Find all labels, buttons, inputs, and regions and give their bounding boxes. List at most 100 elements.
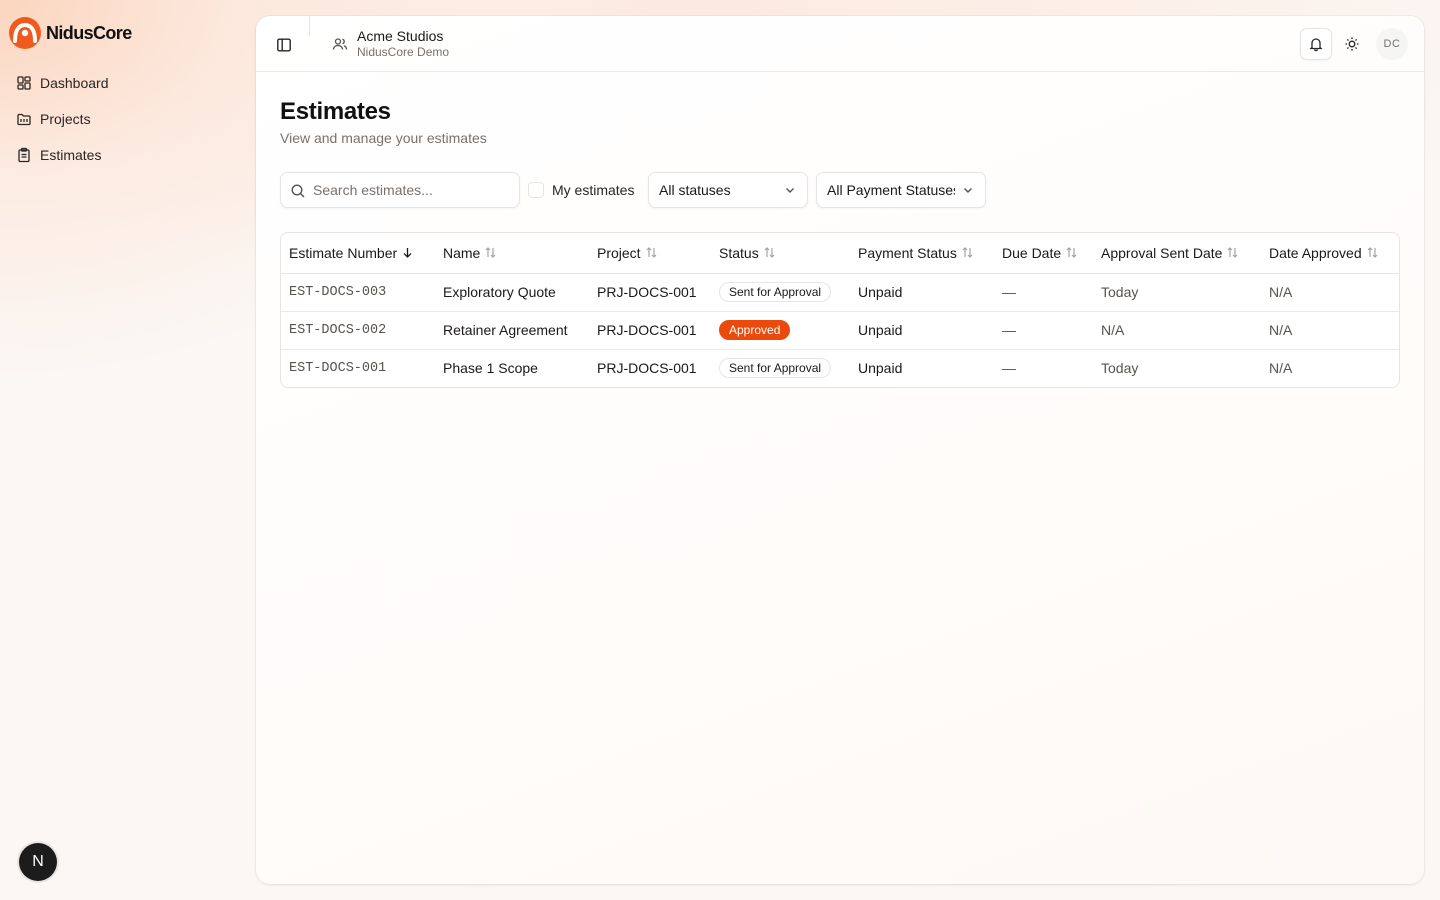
sort-icon (646, 247, 657, 259)
column-due-date[interactable]: Due Date (994, 233, 1093, 274)
column-label: Estimate Number (289, 244, 398, 261)
cell-status: Approved (711, 311, 850, 350)
cell-status: Sent for Approval (711, 349, 850, 387)
dashboard-grid-icon (17, 76, 31, 90)
column-label: Status (719, 244, 759, 261)
sidebar-item-estimates[interactable]: Estimates (8, 137, 240, 173)
org-subtitle: NidusCore Demo (357, 45, 450, 59)
column-name[interactable]: Name (435, 233, 589, 274)
cell-name: Phase 1 Scope (443, 360, 538, 377)
sidebar-nav: Dashboard Projects Estimates (8, 65, 240, 173)
status-filter-select[interactable]: All statuses (648, 172, 808, 208)
column-payment-status[interactable]: Payment Status (850, 233, 994, 274)
sidebar-item-dashboard[interactable]: Dashboard (8, 65, 240, 101)
cell-estimate-number: EST-DOCS-003 (281, 273, 435, 312)
sort-icon (962, 247, 973, 259)
column-label: Project (597, 244, 641, 261)
brand[interactable]: NidusCore (8, 16, 132, 50)
chevron-down-icon (786, 188, 794, 193)
cell-estimate-number: EST-DOCS-002 (281, 311, 435, 350)
column-label: Approval Sent Date (1101, 244, 1223, 261)
filters-bar: My estimates All statuses All Payment St… (280, 172, 1400, 208)
column-estimate-number[interactable]: Estimate Number (281, 233, 435, 274)
cell-project: PRJ-DOCS-001 (597, 360, 697, 377)
user-avatar[interactable]: DC (1376, 28, 1408, 60)
theme-toggle-button[interactable] (1336, 28, 1368, 60)
cell-date-approved: N/A (1269, 360, 1293, 377)
cell-approval-sent-date: Today (1101, 360, 1139, 377)
search-input[interactable] (313, 173, 513, 207)
niduscore-logo-icon (9, 17, 41, 49)
my-estimates-toggle[interactable]: My estimates (528, 172, 634, 208)
sun-icon (1345, 37, 1359, 51)
users-icon (332, 38, 348, 50)
table-header-row: Estimate Number Name Project Status Paym… (281, 233, 1399, 274)
column-approval-sent-date[interactable]: Approval Sent Date (1093, 233, 1261, 274)
my-estimates-label: My estimates (552, 182, 635, 198)
sidebar-toggle-button[interactable] (274, 35, 294, 55)
status-badge: Approved (719, 320, 791, 340)
topbar: Acme Studios NidusCore Demo DC (256, 16, 1424, 72)
bell-icon (1309, 38, 1323, 52)
cell-date-approved: N/A (1261, 311, 1399, 350)
brand-name: NidusCore (46, 22, 132, 43)
cell-approval-sent-date: Today (1093, 273, 1261, 312)
status-filter-value: All statuses (659, 182, 731, 198)
chevron-down-icon (964, 188, 972, 193)
sidebar-item-projects[interactable]: Projects (8, 101, 240, 137)
payment-status-filter-select[interactable]: All Payment Statuses (816, 172, 986, 208)
sort-icon (1227, 247, 1238, 259)
cell-payment-status: Unpaid (850, 311, 994, 350)
notifications-button[interactable] (1300, 28, 1332, 60)
cell-project: PRJ-DOCS-001 (589, 273, 711, 312)
cell-payment-status: Unpaid (858, 360, 903, 377)
column-status[interactable]: Status (711, 233, 850, 274)
sidebar-item-label: Projects (40, 111, 91, 127)
cell-approval-sent-date: N/A (1093, 311, 1261, 350)
org-switcher[interactable]: Acme Studios NidusCore Demo (332, 28, 449, 60)
sort-descending-icon (403, 248, 412, 259)
page-subtitle: View and manage your estimates (280, 130, 487, 146)
sort-icon (764, 247, 775, 259)
cell-date-approved: N/A (1261, 273, 1399, 312)
payment-status-filter-value: All Payment Statuses (827, 182, 955, 198)
column-project[interactable]: Project (589, 233, 711, 274)
page-title: Estimates (280, 98, 391, 125)
cell-payment-status: Unpaid (850, 273, 994, 312)
column-label: Name (443, 244, 481, 261)
cell-due-date: — (994, 273, 1093, 312)
sidebar: NidusCore Dashboard Projects Estimates N (0, 0, 256, 900)
status-badge: Sent for Approval (719, 282, 832, 302)
column-label: Payment Status (858, 244, 957, 261)
search-box (280, 172, 520, 208)
table-row[interactable]: EST-DOCS-002 Retainer Agreement PRJ-DOCS… (281, 311, 1399, 350)
cell-status: Sent for Approval (711, 273, 850, 312)
estimates-table: Estimate Number Name Project Status Paym… (280, 232, 1400, 388)
cell-project: PRJ-DOCS-001 (589, 311, 711, 350)
column-label: Date Approved (1269, 244, 1362, 261)
org-name: Acme Studios (357, 28, 444, 44)
my-estimates-checkbox[interactable] (528, 182, 544, 198)
cell-estimate-number: EST-DOCS-001 (289, 360, 387, 376)
sidebar-item-label: Dashboard (40, 75, 109, 91)
topbar-divider (309, 16, 310, 36)
topbar-actions: DC (1300, 28, 1408, 60)
cell-due-date: — (1002, 360, 1016, 377)
clipboard-icon (18, 147, 30, 163)
sort-icon (485, 247, 496, 259)
page-content: Estimates View and manage your estimates… (280, 96, 1400, 388)
sort-icon (1066, 247, 1077, 259)
column-date-approved[interactable]: Date Approved (1261, 233, 1399, 274)
cell-name: Exploratory Quote (435, 273, 589, 312)
bottom-avatar-button[interactable]: N (19, 843, 57, 881)
status-badge: Sent for Approval (719, 358, 832, 379)
cell-due-date: — (994, 311, 1093, 350)
folder-icon (17, 113, 31, 126)
cell-name: Retainer Agreement (435, 311, 589, 350)
column-label: Due Date (1002, 244, 1062, 261)
main-panel: Acme Studios NidusCore Demo DC Estimates… (256, 16, 1424, 884)
panel-left-icon (277, 38, 291, 52)
table-row[interactable]: EST-DOCS-003 Exploratory Quote PRJ-DOCS-… (281, 273, 1399, 312)
search-icon (291, 184, 305, 198)
table-row[interactable]: EST-DOCS-001 Phase 1 Scope PRJ-DOCS-001 … (281, 349, 1399, 387)
